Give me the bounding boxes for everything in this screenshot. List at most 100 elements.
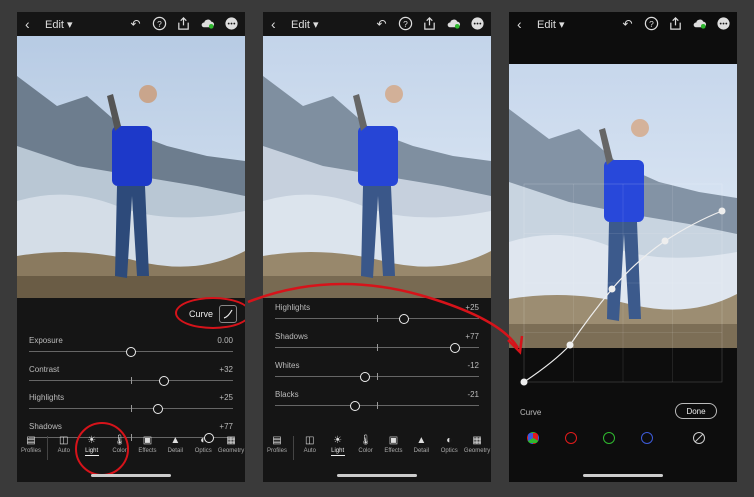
tool-detail[interactable]: ▲ Detail bbox=[407, 432, 435, 466]
rgb-channel-icon[interactable] bbox=[527, 432, 539, 444]
tool-label: Profiles bbox=[20, 448, 41, 454]
undo-icon[interactable]: ↶ bbox=[128, 16, 143, 31]
slider-contrast[interactable]: Contrast +32 bbox=[29, 365, 233, 391]
curve-point bbox=[661, 237, 669, 245]
tool-color[interactable]: 🌡 Color bbox=[352, 432, 380, 466]
help-icon[interactable]: ? bbox=[152, 16, 167, 31]
tool-auto[interactable]: ◫ Auto bbox=[50, 432, 78, 466]
slider-thumb[interactable] bbox=[449, 343, 460, 353]
profiles-icon: ▤ bbox=[272, 434, 282, 446]
share-icon[interactable] bbox=[422, 16, 437, 31]
share-icon[interactable] bbox=[176, 16, 191, 31]
slider-label: Blacks bbox=[275, 390, 299, 399]
edit-menu[interactable]: Edit ▾ bbox=[45, 18, 73, 31]
slider-center-tick bbox=[377, 402, 378, 409]
slider-center-tick bbox=[377, 373, 378, 380]
tool-light[interactable]: ☀ Light bbox=[324, 432, 352, 466]
back-icon[interactable]: ‹ bbox=[25, 16, 30, 32]
red-channel-icon[interactable] bbox=[565, 432, 577, 444]
help-icon[interactable]: ? bbox=[398, 16, 413, 31]
slider-center-tick bbox=[131, 405, 132, 412]
more-icon[interactable] bbox=[470, 16, 485, 31]
curve-point bbox=[718, 207, 726, 215]
slider-highlights[interactable]: Highlights +25 bbox=[29, 393, 233, 419]
screen-light-panel: ‹ Edit ▾ ↶ ? Curve Exposure 0.00 Contras… bbox=[17, 12, 245, 482]
more-icon[interactable] bbox=[224, 16, 239, 31]
green-channel-icon[interactable] bbox=[603, 432, 615, 444]
slider-value: -12 bbox=[467, 361, 479, 370]
slider-value: +77 bbox=[465, 332, 479, 341]
slider-whites[interactable]: Whites -12 bbox=[275, 361, 479, 387]
slider-center-tick bbox=[377, 344, 378, 351]
light-icon: ☀ bbox=[333, 434, 343, 446]
tool-geometry[interactable]: ▦ Geometry bbox=[463, 432, 491, 466]
tool-effects[interactable]: ▣ Effects bbox=[379, 432, 407, 466]
slider-thumb[interactable] bbox=[152, 404, 163, 414]
tool-label: Optics bbox=[440, 448, 458, 454]
home-indicator bbox=[91, 474, 171, 477]
geometry-icon: ▦ bbox=[472, 434, 482, 446]
slider-value: 0.00 bbox=[217, 336, 233, 345]
slider-thumb[interactable] bbox=[359, 372, 370, 382]
svg-text:?: ? bbox=[403, 19, 408, 29]
done-button[interactable]: Done bbox=[675, 403, 717, 419]
tool-profiles[interactable]: ▤ Profiles bbox=[263, 432, 291, 466]
tool-label: Geometry bbox=[463, 448, 491, 454]
slider-label: Whites bbox=[275, 361, 300, 370]
cloud-icon[interactable] bbox=[200, 16, 215, 31]
home-indicator bbox=[583, 474, 663, 477]
edit-menu[interactable]: Edit ▾ bbox=[291, 18, 319, 31]
toolbar-divider bbox=[46, 436, 48, 460]
tool-profiles[interactable]: ▤ Profiles bbox=[17, 432, 45, 466]
cloud-icon[interactable] bbox=[446, 16, 461, 31]
slider-thumb[interactable] bbox=[126, 347, 136, 357]
slider-label: Exposure bbox=[29, 336, 63, 345]
tool-label: Effects bbox=[384, 448, 403, 454]
back-icon[interactable]: ‹ bbox=[271, 16, 276, 32]
slider-thumb[interactable] bbox=[398, 314, 409, 324]
profiles-icon: ▤ bbox=[26, 434, 36, 446]
geometry-icon: ▦ bbox=[226, 434, 236, 446]
blue-channel-icon[interactable] bbox=[641, 432, 653, 444]
tool-label: Optics bbox=[194, 448, 212, 454]
slider-thumb[interactable] bbox=[349, 401, 360, 411]
slider-value: +25 bbox=[219, 393, 233, 402]
toolbar-divider bbox=[292, 436, 294, 460]
slider-center-tick bbox=[377, 315, 378, 322]
optics-icon: ◐ bbox=[446, 434, 453, 446]
tool-label: Auto bbox=[303, 448, 316, 454]
tool-geometry[interactable]: ▦ Geometry bbox=[217, 432, 245, 466]
effects-icon: ▣ bbox=[388, 434, 399, 446]
tool-detail[interactable]: ▲ Detail bbox=[161, 432, 189, 466]
optics-icon: ◐ bbox=[200, 434, 207, 446]
tool-auto[interactable]: ◫ Auto bbox=[296, 432, 324, 466]
tool-effects[interactable]: ▣ Effects bbox=[133, 432, 161, 466]
slider-label: Contrast bbox=[29, 364, 60, 374]
photo-preview bbox=[263, 36, 491, 298]
slider-highlights[interactable]: Highlights +25 bbox=[275, 303, 479, 329]
slider-thumb[interactable] bbox=[158, 375, 169, 386]
screen-light-scrolled: ‹ Edit ▾ ↶ ? Highlights +25 Shadows +77 Whi bbox=[263, 12, 491, 482]
screen-curve-editor: ‹ Edit ▾ ↶ ? Curve Done bbox=[509, 12, 737, 482]
tool-label: Auto bbox=[57, 448, 70, 454]
top-bar: ‹ Edit ▾ ↶ ? bbox=[17, 12, 245, 36]
tool-optics[interactable]: ◐ Optics bbox=[189, 432, 217, 466]
detail-icon: ▲ bbox=[416, 434, 427, 446]
slider-label: Highlights bbox=[29, 393, 65, 402]
photo-preview bbox=[17, 36, 245, 298]
tool-label: Light bbox=[331, 448, 345, 454]
undo-icon[interactable]: ↶ bbox=[374, 16, 389, 31]
curve-point bbox=[520, 378, 528, 386]
tool-optics[interactable]: ◐ Optics bbox=[435, 432, 463, 466]
slider-exposure[interactable]: Exposure 0.00 bbox=[29, 336, 233, 362]
top-bar: ‹ Edit ▾ ↶ ? bbox=[263, 12, 491, 36]
slider-center-tick bbox=[131, 376, 132, 384]
annotation-circle-light bbox=[75, 422, 129, 476]
slider-value: +25 bbox=[465, 303, 479, 312]
slider-value: -21 bbox=[467, 390, 479, 399]
slider-shadows[interactable]: Shadows +77 bbox=[275, 332, 479, 358]
tool-label: Geometry bbox=[217, 448, 245, 454]
effects-icon: ▣ bbox=[142, 434, 153, 446]
reset-curve-icon[interactable] bbox=[693, 432, 705, 444]
slider-blacks[interactable]: Blacks -21 bbox=[275, 390, 479, 416]
